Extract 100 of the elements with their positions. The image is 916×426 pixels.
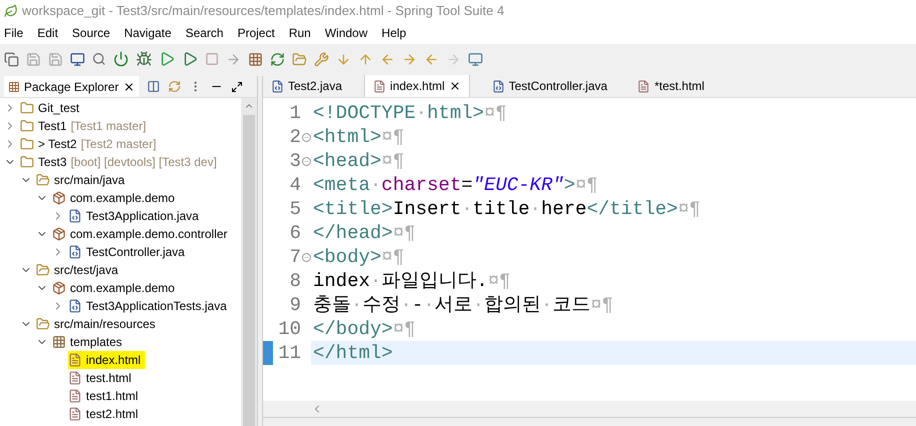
html-file-icon [373, 80, 386, 92]
code-line: <body>¤¶ [312, 245, 406, 269]
search-icon[interactable] [92, 52, 106, 66]
close-icon[interactable] [122, 80, 135, 92]
wrench-icon[interactable] [314, 52, 329, 66]
fold-icon[interactable] [302, 132, 310, 142]
close-icon[interactable] [448, 80, 461, 92]
java-file-icon [68, 209, 82, 223]
tree-item-decoration: [Test2 master] [80, 136, 156, 153]
window-icon[interactable] [468, 52, 483, 66]
menu-item[interactable]: File [4, 24, 24, 42]
editor-tab[interactable]: *test.html [629, 75, 712, 97]
code-line: </body>¤¶ [312, 317, 417, 341]
code-line: <meta·charset="EUC-KR">¤¶ [312, 173, 600, 197]
menu-item[interactable]: Help [382, 24, 406, 42]
menu-item[interactable]: Search [185, 24, 224, 42]
bug-icon[interactable] [136, 51, 152, 67]
open-folder-icon[interactable] [292, 52, 307, 66]
tree-item[interactable]: Test3Application.java [86, 207, 199, 225]
tree-item-decoration: [boot] [devtools] [Test3 dev] [70, 154, 217, 171]
tree-item[interactable]: test.html [86, 369, 132, 387]
tree-item[interactable]: TestController.java [86, 243, 185, 261]
tree-item[interactable]: src/main/java [54, 171, 125, 189]
window-title: workspace_git - Test3/src/main/resources/templates/index.html - Spring Tool Suite 4 [22, 2, 504, 20]
app-logo-icon [4, 4, 18, 18]
line-number: 5 [288, 196, 301, 222]
package-icon [52, 191, 66, 205]
tree-item[interactable]: Test3ApplicationTests.java [86, 297, 227, 315]
tree-item[interactable]: Git_test [38, 99, 80, 117]
html-file-icon [68, 389, 82, 403]
tree-item[interactable]: com.example.demo [70, 189, 175, 207]
power-icon[interactable] [113, 51, 129, 67]
tree-item-decoration: [Test1 master] [70, 118, 146, 135]
tree-item[interactable]: test1.html [86, 387, 138, 405]
monitor-icon[interactable] [70, 52, 85, 66]
line-number: 8 [288, 268, 301, 294]
maximize-icon[interactable] [230, 80, 243, 92]
line-number: 7 [288, 244, 301, 270]
editor-tab[interactable]: Test2.java [263, 75, 350, 97]
fold-icon[interactable] [302, 156, 310, 166]
line-number: 6 [288, 220, 301, 246]
tree-item[interactable]: com.example.demo [70, 279, 175, 297]
save-all-icon[interactable] [48, 52, 63, 66]
line-number: 2 [288, 124, 301, 150]
save-icon[interactable] [26, 52, 41, 66]
line-number: 10 [277, 316, 301, 342]
line-number: 9 [288, 292, 301, 318]
package-icon [52, 227, 66, 241]
view-title: Package Explorer [24, 78, 119, 96]
fold-icon[interactable] [302, 252, 310, 262]
refresh-icon[interactable] [270, 52, 285, 66]
scrollbar[interactable] [241, 98, 257, 426]
step-icon[interactable] [226, 52, 241, 66]
html-file-icon [637, 80, 650, 92]
code-line: <head>¤¶ [312, 149, 406, 173]
menu-item[interactable]: Project [237, 24, 275, 42]
tree-item[interactable]: com.example.demo.controller [70, 225, 228, 243]
tree-item[interactable]: test2.html [86, 405, 138, 423]
package-icon [52, 281, 66, 295]
html-file-icon [68, 371, 82, 385]
tree-item[interactable]: Test1 [38, 117, 67, 135]
tree-item[interactable]: src/main/resources [54, 315, 156, 333]
menu-item[interactable]: Edit [37, 24, 58, 42]
line-number: 4 [288, 172, 301, 198]
code-line: <!DOCTYPE·html>¤¶ [312, 101, 508, 125]
java-file-icon [68, 245, 82, 259]
view-tab[interactable]: Package Explorer [4, 76, 139, 97]
java-file-icon [492, 80, 505, 92]
java-file-icon [271, 80, 284, 92]
code-line: index·파일입니다.¤¶ [312, 269, 512, 293]
stop-icon[interactable] [205, 52, 219, 66]
line-number: 1 [288, 100, 301, 126]
tree-item[interactable]: index.html [86, 351, 141, 369]
arrow-down-icon[interactable] [336, 52, 351, 66]
arrow-right-icon[interactable] [402, 52, 417, 66]
code-line: 충돌·수정·-·서로·합의된·코드¤¶ [312, 293, 614, 317]
line-number: 11 [277, 340, 301, 366]
html-file-icon [68, 353, 82, 367]
html-file-icon [68, 407, 82, 421]
code-line: <title>Insert·title·here</title>¤¶ [312, 197, 702, 221]
run-icon[interactable] [159, 51, 175, 67]
selected-tree-row[interactable]: index.html [68, 351, 145, 369]
line-number: 3 [288, 148, 301, 174]
java-file-icon [68, 299, 82, 313]
run-config-icon[interactable] [182, 51, 198, 67]
horizontal-scrollbar[interactable] [263, 401, 916, 418]
editor-tab[interactable]: TestController.java [484, 75, 616, 97]
package-explorer-icon [8, 80, 20, 92]
menu-item[interactable]: Run [288, 24, 311, 42]
tree-item[interactable]: templates [70, 333, 122, 351]
tree-item[interactable]: > Test2 [38, 135, 77, 153]
menu-item[interactable]: Window [324, 24, 368, 42]
tree-item[interactable]: src/test/java [54, 261, 118, 279]
editor-tab[interactable]: index.html [364, 75, 470, 97]
menu-item[interactable]: Navigate [124, 24, 172, 42]
menu-item[interactable]: Source [72, 24, 110, 42]
collapse-all-icon[interactable] [146, 80, 160, 93]
tree-item[interactable]: Test3 [38, 153, 67, 171]
back-icon[interactable] [424, 52, 439, 66]
grid-icon[interactable] [248, 52, 263, 66]
